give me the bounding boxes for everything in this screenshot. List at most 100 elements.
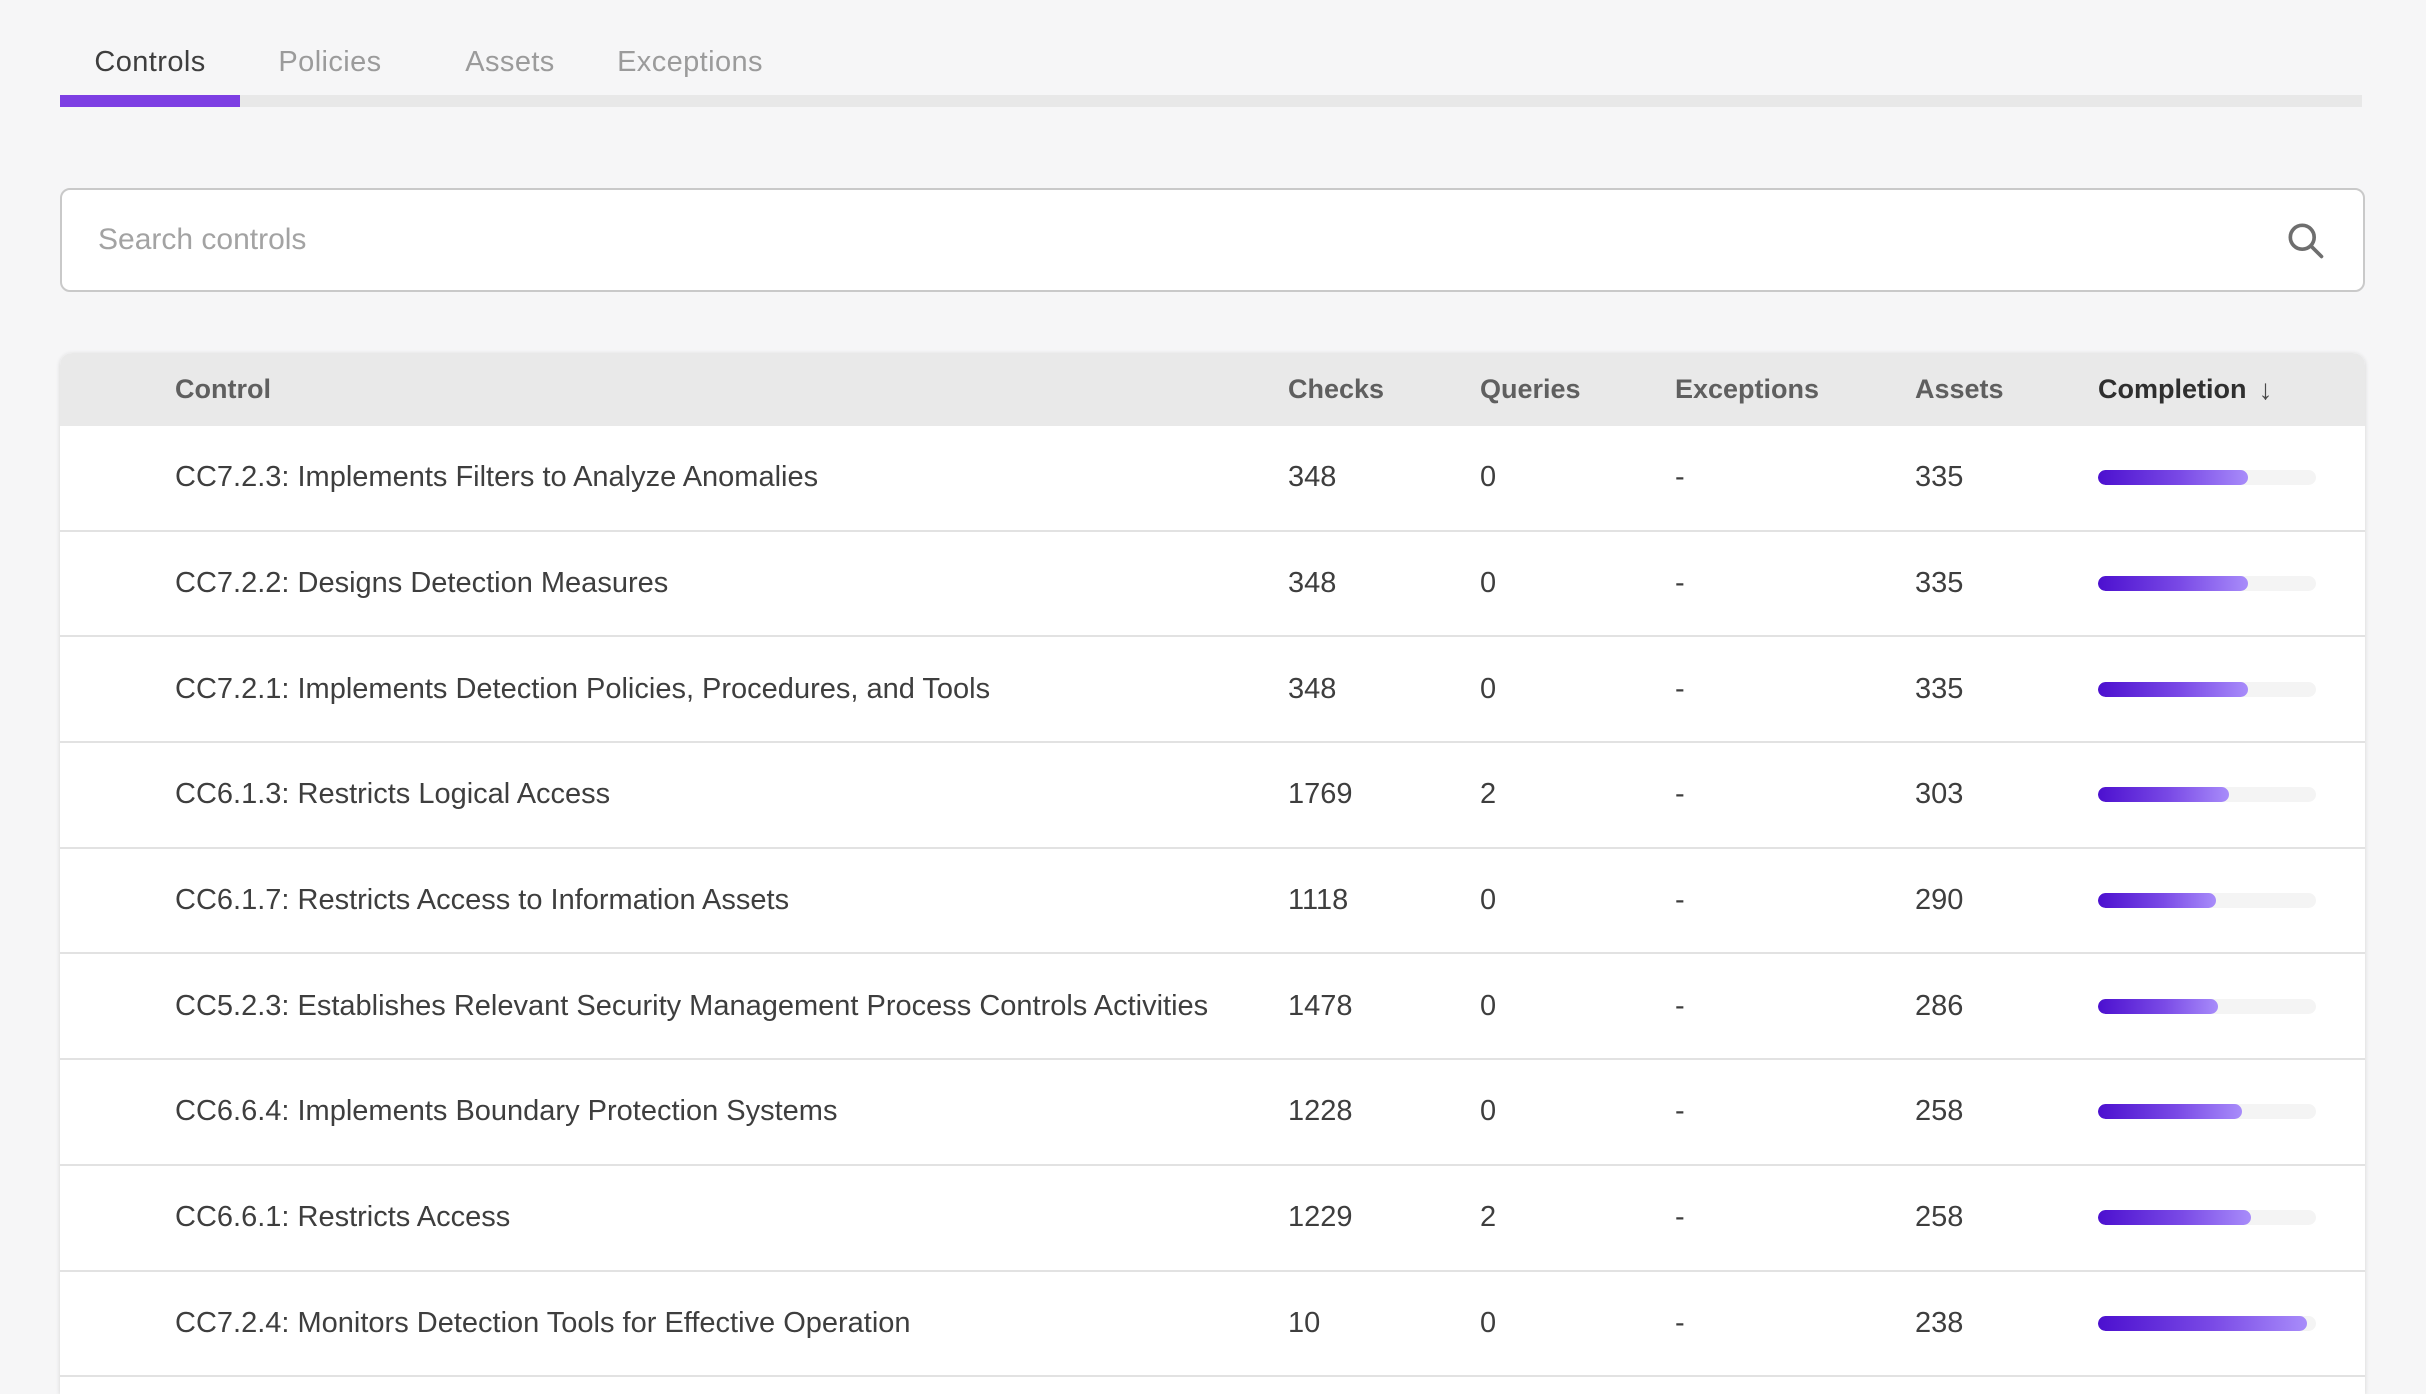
completion-bar-track <box>2098 682 2316 697</box>
cell-queries: 0 <box>1480 461 1675 494</box>
completion-bar-fill <box>2098 893 2216 908</box>
cell-assets: 258 <box>1915 1201 2098 1234</box>
search-box <box>60 188 2365 292</box>
tab-track <box>60 95 2362 107</box>
completion-bar-fill <box>2098 1316 2307 1331</box>
cell-completion <box>2098 1104 2365 1119</box>
cell-checks: 10 <box>1288 1307 1480 1340</box>
cell-assets: 335 <box>1915 673 2098 706</box>
column-header-queries[interactable]: Queries <box>1480 374 1675 405</box>
cell-exceptions: - <box>1675 778 1915 811</box>
cell-checks: 1229 <box>1288 1201 1480 1234</box>
cell-exceptions: - <box>1675 567 1915 600</box>
cell-queries: 0 <box>1480 1095 1675 1128</box>
completion-bar-fill <box>2098 787 2229 802</box>
cell-control: CC6.1.7: Restricts Access to Information… <box>60 884 1288 917</box>
table-row[interactable]: CC7.2.1: Implements Detection Policies, … <box>60 637 2365 743</box>
cell-checks: 348 <box>1288 461 1480 494</box>
cell-assets: 303 <box>1915 778 2098 811</box>
cell-assets: 290 <box>1915 884 2098 917</box>
cell-checks: 1478 <box>1288 990 1480 1023</box>
table-row[interactable]: CC7.2.4: Monitors Detection Tools for Ef… <box>60 1272 2365 1378</box>
table-row[interactable]: CC7.2.3: Implements Filters to Analyze A… <box>60 426 2365 532</box>
cell-control: CC7.2.1: Implements Detection Policies, … <box>60 673 1288 706</box>
cell-control: CC7.2.3: Implements Filters to Analyze A… <box>60 461 1288 494</box>
cell-exceptions: - <box>1675 990 1915 1023</box>
tab-controls[interactable]: Controls <box>60 30 240 95</box>
tab-policies[interactable]: Policies <box>240 30 420 95</box>
column-header-assets[interactable]: Assets <box>1915 374 2098 405</box>
cell-completion <box>2098 470 2365 485</box>
active-tab-indicator <box>60 95 240 107</box>
cell-checks: 1769 <box>1288 778 1480 811</box>
completion-bar-fill <box>2098 470 2248 485</box>
table-row[interactable]: CC6.6.1: Restricts Access 1229 2 - 258 <box>60 1166 2365 1272</box>
column-header-completion[interactable]: Completion ↓ <box>2098 374 2365 406</box>
cell-completion <box>2098 682 2365 697</box>
cell-exceptions: - <box>1675 884 1915 917</box>
cell-queries: 0 <box>1480 567 1675 600</box>
search-input[interactable] <box>98 223 2283 257</box>
next-row-cutoff <box>60 1377 2365 1394</box>
cell-assets: 335 <box>1915 567 2098 600</box>
column-header-completion-label: Completion <box>2098 374 2247 405</box>
completion-bar-fill <box>2098 1210 2251 1225</box>
cell-completion <box>2098 893 2365 908</box>
table-header-row: Control Checks Queries Exceptions Assets… <box>60 353 2365 426</box>
cell-completion <box>2098 576 2365 591</box>
column-header-exceptions[interactable]: Exceptions <box>1675 374 1915 405</box>
completion-bar-track <box>2098 470 2316 485</box>
search-icon[interactable] <box>2283 218 2327 262</box>
completion-bar-track <box>2098 1104 2316 1119</box>
completion-bar-fill <box>2098 576 2248 591</box>
table-row[interactable]: CC5.2.3: Establishes Relevant Security M… <box>60 954 2365 1060</box>
cell-exceptions: - <box>1675 461 1915 494</box>
completion-bar-track <box>2098 1316 2316 1331</box>
cell-checks: 348 <box>1288 673 1480 706</box>
cell-assets: 335 <box>1915 461 2098 494</box>
cell-queries: 0 <box>1480 673 1675 706</box>
cell-control: CC6.1.3: Restricts Logical Access <box>60 778 1288 811</box>
completion-bar-fill <box>2098 999 2218 1014</box>
cell-exceptions: - <box>1675 673 1915 706</box>
cell-control: CC7.2.2: Designs Detection Measures <box>60 567 1288 600</box>
cell-completion <box>2098 999 2365 1014</box>
cell-queries: 2 <box>1480 778 1675 811</box>
cell-assets: 258 <box>1915 1095 2098 1128</box>
sort-desc-arrow-icon: ↓ <box>2259 374 2273 406</box>
tab-bar: Controls Policies Assets Exceptions <box>0 0 2426 107</box>
table-row[interactable]: CC7.2.2: Designs Detection Measures 348 … <box>60 532 2365 638</box>
cell-completion <box>2098 787 2365 802</box>
cell-control: CC5.2.3: Establishes Relevant Security M… <box>60 990 1288 1023</box>
table-row[interactable]: CC6.1.7: Restricts Access to Information… <box>60 849 2365 955</box>
column-header-checks[interactable]: Checks <box>1288 374 1480 405</box>
cell-queries: 0 <box>1480 884 1675 917</box>
completion-bar-track <box>2098 576 2316 591</box>
cell-checks: 348 <box>1288 567 1480 600</box>
cell-control: CC7.2.4: Monitors Detection Tools for Ef… <box>60 1307 1288 1340</box>
cell-assets: 238 <box>1915 1307 2098 1340</box>
cell-completion <box>2098 1210 2365 1225</box>
tab-assets[interactable]: Assets <box>420 30 600 95</box>
cell-queries: 2 <box>1480 1201 1675 1234</box>
controls-table: Control Checks Queries Exceptions Assets… <box>60 353 2365 1394</box>
tab-exceptions[interactable]: Exceptions <box>600 30 780 95</box>
table-row[interactable]: CC6.6.4: Implements Boundary Protection … <box>60 1060 2365 1166</box>
cell-exceptions: - <box>1675 1095 1915 1128</box>
cell-control: CC6.6.4: Implements Boundary Protection … <box>60 1095 1288 1128</box>
column-header-control[interactable]: Control <box>60 374 1288 405</box>
cell-assets: 286 <box>1915 990 2098 1023</box>
completion-bar-track <box>2098 893 2316 908</box>
cell-exceptions: - <box>1675 1307 1915 1340</box>
cell-exceptions: - <box>1675 1201 1915 1234</box>
completion-bar-track <box>2098 999 2316 1014</box>
cell-queries: 0 <box>1480 990 1675 1023</box>
cell-checks: 1228 <box>1288 1095 1480 1128</box>
cell-queries: 0 <box>1480 1307 1675 1340</box>
cell-checks: 1118 <box>1288 884 1480 917</box>
completion-bar-fill <box>2098 682 2248 697</box>
completion-bar-track <box>2098 1210 2316 1225</box>
table-body: CC7.2.3: Implements Filters to Analyze A… <box>60 426 2365 1377</box>
table-row[interactable]: CC6.1.3: Restricts Logical Access 1769 2… <box>60 743 2365 849</box>
completion-bar-track <box>2098 787 2316 802</box>
